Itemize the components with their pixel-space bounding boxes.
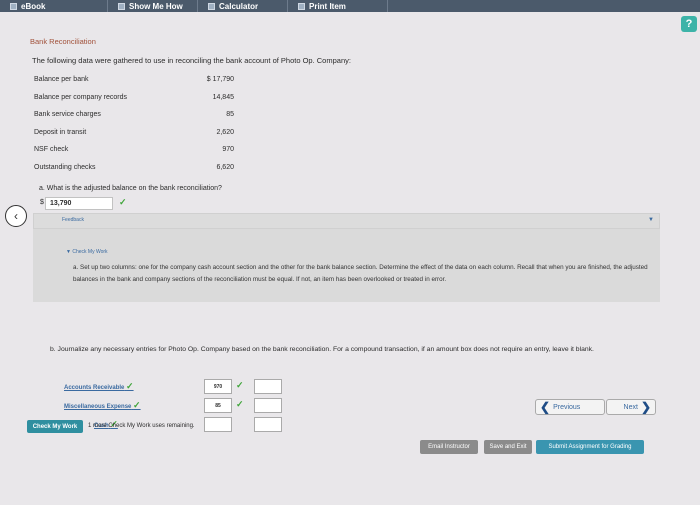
data-label: Balance per company records [34, 93, 127, 101]
play-icon [118, 2, 125, 10]
question-a: a. What is the adjusted balance on the b… [39, 185, 222, 192]
dollar-sign: $ [40, 199, 44, 206]
account-name: Accounts Receivable [64, 385, 125, 391]
feedback-heading[interactable]: ▼ Check My Work [66, 249, 108, 255]
data-value: $ 17,790 [206, 76, 234, 83]
calculator-button[interactable]: Calculator [198, 0, 288, 12]
email-instructor-button[interactable]: Email Instructor [420, 440, 478, 454]
credit-input[interactable] [254, 379, 282, 394]
correct-check-icon: ✓ [236, 399, 244, 409]
remaining-uses-text: 1 more Check My Work uses remaining. [88, 423, 195, 429]
next-label: Next [623, 403, 638, 411]
show-me-how-label: Show Me How [129, 1, 183, 11]
debit-input[interactable]: 85 [204, 398, 232, 413]
journal-account[interactable]: Miscellaneous Expense ✓ [64, 400, 174, 413]
correct-check-icon: ✓ [119, 197, 127, 207]
debit-input[interactable] [204, 417, 232, 432]
answer-a-input[interactable]: 13,790 [45, 197, 113, 210]
feedback-text: a. Set up two columns: one for the compa… [73, 264, 648, 283]
journal-account[interactable]: Accounts Receivable ✓ [64, 381, 174, 394]
top-toolbar: eBook Show Me How Calculator Print Item [0, 0, 700, 12]
print-icon [298, 2, 305, 10]
save-and-exit-button[interactable]: Save and Exit [484, 440, 532, 454]
section-title: Bank Reconciliation [30, 37, 96, 46]
submit-assignment-button[interactable]: Submit Assignment for Grading [536, 440, 644, 454]
data-value: 85 [226, 111, 234, 118]
data-row: Balance per company records 14,845 [34, 94, 234, 112]
data-row: Balance per bank $ 17,790 [34, 76, 234, 94]
data-value: 2,620 [216, 128, 234, 136]
feedback-label: Feedback [62, 217, 84, 223]
data-label: Balance per bank [34, 76, 89, 83]
data-value: 970 [222, 146, 234, 153]
next-button[interactable]: Next ❯ [606, 399, 656, 415]
dropdown-arrow-icon: ▼ [648, 217, 654, 223]
credit-input[interactable] [254, 398, 282, 413]
collapse-chevron-icon[interactable]: ‹ [5, 205, 27, 227]
feedback-header[interactable]: Feedback ▼ [33, 213, 660, 229]
ebook-label: eBook [21, 1, 46, 11]
correct-check-icon: ✓ [126, 381, 134, 391]
chevron-left-icon: ❮ [540, 400, 551, 414]
data-label: Outstanding checks [34, 163, 96, 171]
data-row: Outstanding checks 6,620 [34, 164, 234, 182]
data-label: NSF check [34, 146, 69, 153]
given-data-table: Balance per bank $ 17,790 Balance per co… [34, 76, 234, 181]
data-value: 14,845 [212, 93, 234, 101]
help-button[interactable]: ? [681, 16, 697, 32]
data-value: 6,620 [216, 163, 234, 171]
check-my-work-button[interactable]: Check My Work [27, 420, 83, 433]
data-label: Bank service charges [34, 111, 101, 118]
ebook-button[interactable]: eBook [0, 0, 108, 12]
data-label: Deposit in transit [34, 128, 87, 136]
help-icon: ? [685, 18, 693, 30]
book-icon [10, 2, 17, 10]
print-item-button[interactable]: Print Item [288, 0, 388, 12]
print-item-label: Print Item [309, 1, 346, 11]
correct-check-icon: ✓ [133, 400, 141, 410]
correct-check-icon: ✓ [236, 380, 244, 390]
show-me-how-button[interactable]: Show Me How [108, 0, 198, 12]
debit-input[interactable]: 970 [204, 379, 232, 394]
credit-input[interactable] [254, 417, 282, 432]
data-row: Deposit in transit 2,620 [34, 129, 234, 147]
chevron-right-icon: ❯ [640, 400, 651, 414]
account-name: Miscellaneous Expense [64, 404, 132, 410]
question-b: b. Journalize any necessary entries for … [50, 346, 594, 353]
feedback-panel: ▼ Check My Work a. Set up two columns: o… [33, 229, 660, 302]
intro-text: The following data were gathered to use … [32, 56, 351, 65]
calculator-label: Calculator [219, 1, 259, 11]
data-row: Bank service charges 85 [34, 111, 234, 129]
previous-label: Previous [553, 403, 581, 411]
previous-button[interactable]: ❮ Previous [535, 399, 605, 415]
data-row: NSF check 970 [34, 146, 234, 164]
calculator-icon [208, 2, 215, 10]
